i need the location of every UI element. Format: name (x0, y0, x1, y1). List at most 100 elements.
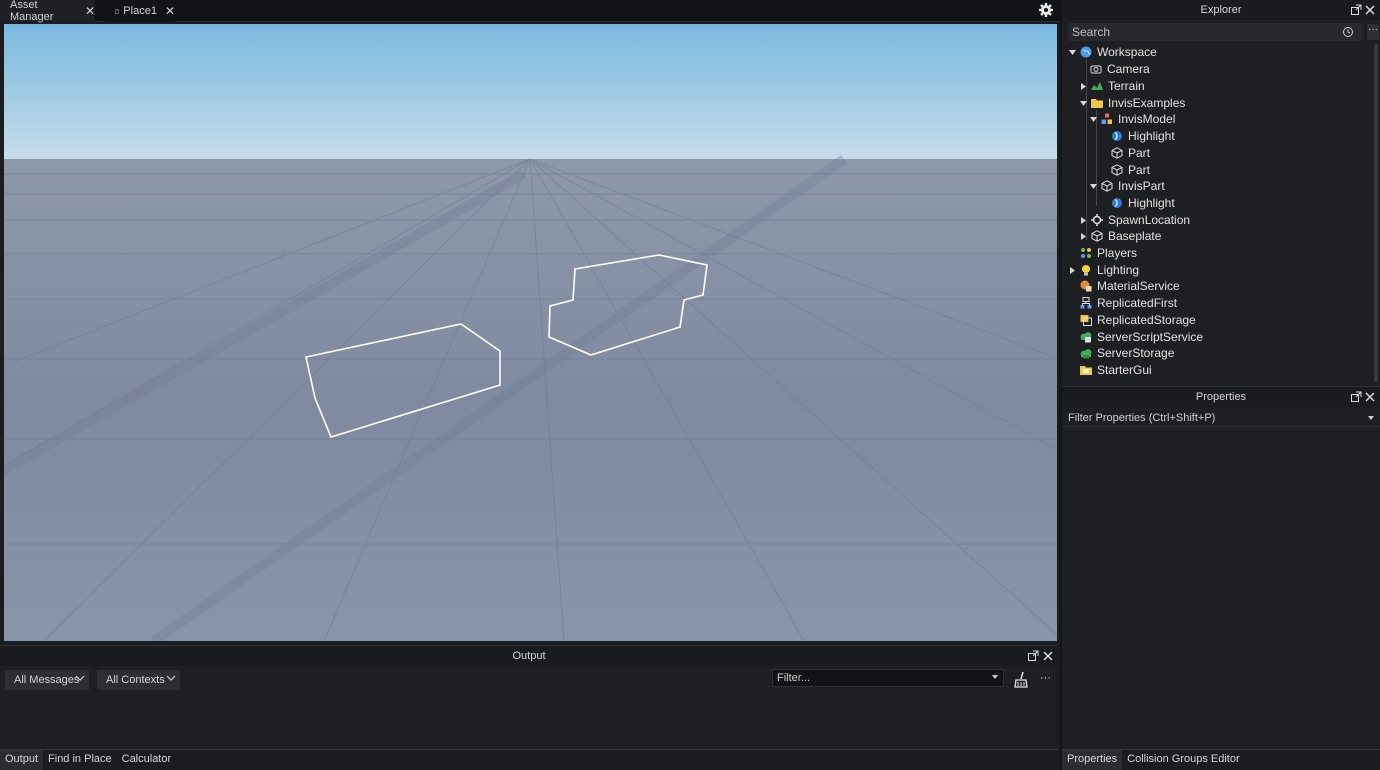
studio-window: Asset Manager ✕ Place1 ✕ Output All Mess… (0, 0, 1380, 770)
tree-item-workspace[interactable]: Workspace (1068, 44, 1157, 60)
tree-item-invismodel[interactable]: InvisModel (1089, 111, 1175, 127)
dropdown-value: All Messages (14, 674, 80, 686)
close-icon[interactable] (1364, 391, 1376, 403)
all-messages-dropdown[interactable]: All Messages (5, 670, 89, 690)
tree-item-lighting[interactable]: Lighting (1068, 262, 1139, 278)
tab-properties[interactable]: Properties (1062, 750, 1123, 770)
tree-label: Terrain (1108, 79, 1145, 93)
tree-label: ReplicatedStorage (1097, 313, 1196, 327)
part-cube-icon (1111, 147, 1123, 159)
chevron-down-icon[interactable] (1079, 99, 1088, 108)
lightbulb-icon (1082, 265, 1090, 276)
clear-output-broom-icon[interactable] (1013, 671, 1029, 689)
caret-down-icon (992, 675, 998, 679)
tree-item-invisexamples[interactable]: InvisExamples (1079, 95, 1185, 111)
tree-label: InvisPart (1118, 179, 1165, 193)
filter-placeholder: Filter... (777, 672, 811, 684)
tree-label: Players (1097, 246, 1138, 260)
search-placeholder: Search (1072, 25, 1111, 39)
explorer-search-input[interactable]: Search (1068, 23, 1362, 41)
replicated-storage-icon (1080, 315, 1092, 326)
tree-label: Camera (1107, 62, 1150, 76)
chevron-right-icon[interactable] (1079, 82, 1088, 91)
chevron-down-icon[interactable] (1089, 115, 1098, 124)
close-icon[interactable] (1364, 4, 1376, 16)
players-icon (1081, 248, 1091, 258)
tree-item-part[interactable]: Part (1111, 162, 1150, 178)
all-contexts-dropdown[interactable]: All Contexts (97, 670, 180, 690)
undock-icon[interactable] (1350, 4, 1362, 16)
highlight-icon (1112, 131, 1122, 141)
model-icon (1101, 113, 1112, 124)
gear-icon[interactable] (1038, 2, 1054, 18)
tree-item-startergui[interactable]: StarterGui (1080, 362, 1152, 378)
server-storage-icon (1080, 349, 1092, 359)
tree-label: Part (1128, 146, 1151, 160)
3d-viewport[interactable] (4, 24, 1057, 641)
tree-item-baseplate[interactable]: Baseplate (1079, 228, 1161, 244)
server-script-service-icon (1080, 332, 1092, 343)
close-icon[interactable] (1042, 650, 1054, 662)
right-dock: Explorer Search ··· Workspace Camera Ter… (1060, 0, 1380, 770)
tab-asset-manager[interactable]: Asset Manager ✕ (0, 0, 95, 23)
sky (4, 24, 1057, 159)
tree-label: InvisExamples (1108, 96, 1186, 110)
tab-collision-groups-editor[interactable]: Collision Groups Editor (1122, 750, 1245, 770)
properties-panel: Properties Filter Properties (Ctrl+Shift… (1062, 386, 1380, 750)
tree-label: StarterGui (1097, 363, 1152, 377)
tree-label: Baseplate (1108, 229, 1162, 243)
output-filter-input[interactable]: Filter... (772, 669, 1004, 687)
tree-item-serverscriptservice[interactable]: ServerScriptService (1080, 329, 1203, 345)
close-icon[interactable]: ✕ (85, 4, 95, 18)
chevron-down-icon (75, 675, 85, 681)
properties-title: Properties (1062, 387, 1380, 407)
output-panel: Output All Messages All Contexts ··· (0, 645, 1058, 750)
tree-label: Highlight (1128, 129, 1175, 143)
properties-filter-input[interactable]: Filter Properties (Ctrl+Shift+P) (1062, 409, 1380, 427)
output-title: Output (0, 646, 1058, 666)
tree-label: ServerStorage (1097, 346, 1175, 360)
part-cube-icon (1111, 164, 1123, 176)
tree-item-highlight[interactable]: Highlight (1111, 128, 1175, 144)
tab-find-in-place[interactable]: Find in Place (43, 750, 117, 770)
viewport-scene (4, 24, 1057, 641)
highlight-icon (1112, 198, 1122, 208)
chevron-right-icon[interactable] (1079, 216, 1088, 225)
tab-output[interactable]: Output (0, 750, 44, 770)
tree-item-highlight[interactable]: Highlight (1111, 195, 1175, 211)
tree-label: Workspace (1097, 45, 1157, 59)
tree-item-replicatedfirst[interactable]: ReplicatedFirst (1080, 295, 1177, 311)
chevron-down-icon[interactable] (1068, 48, 1077, 57)
more-options-icon[interactable]: ··· (1040, 672, 1051, 684)
tree-item-materialservice[interactable]: MaterialService (1080, 278, 1180, 294)
bottom-dock-tabs: Output Find in Place Calculator (0, 749, 1058, 770)
tab-calculator[interactable]: Calculator (117, 750, 177, 770)
workspace-globe-icon (1080, 46, 1092, 58)
tree-item-invispart[interactable]: InvisPart (1089, 178, 1165, 194)
undock-icon[interactable] (1350, 391, 1362, 403)
explorer-more-button[interactable]: ··· (1367, 24, 1379, 40)
tree-label: MaterialService (1097, 279, 1180, 293)
chevron-right-icon[interactable] (1079, 232, 1088, 241)
camera-icon (1090, 65, 1102, 74)
tree-item-part[interactable]: Part (1111, 145, 1150, 161)
tree-item-serverstorage[interactable]: ServerStorage (1080, 345, 1174, 361)
tree-item-players[interactable]: Players (1080, 245, 1137, 261)
explorer-scrollbar[interactable] (1374, 44, 1378, 382)
document-icon (115, 8, 120, 14)
starter-gui-icon (1080, 366, 1092, 375)
close-icon[interactable]: ✕ (165, 4, 175, 18)
chevron-down-icon[interactable] (1089, 182, 1098, 191)
caret-down-icon (1368, 416, 1374, 420)
undock-icon[interactable] (1027, 650, 1039, 662)
replicated-first-icon (1080, 297, 1092, 309)
tree-item-replicatedstorage[interactable]: ReplicatedStorage (1080, 312, 1196, 328)
tree-item-terrain[interactable]: Terrain (1079, 78, 1145, 94)
tab-place1[interactable]: Place1 ✕ (105, 0, 175, 22)
chevron-right-icon[interactable] (1068, 266, 1077, 275)
folder-icon (1091, 99, 1103, 108)
filter-placeholder: Filter Properties (Ctrl+Shift+P) (1068, 412, 1216, 424)
tree-item-camera[interactable]: Camera (1090, 61, 1150, 77)
history-icon[interactable] (1342, 26, 1354, 38)
tree-item-spawnlocation[interactable]: SpawnLocation (1079, 212, 1190, 228)
